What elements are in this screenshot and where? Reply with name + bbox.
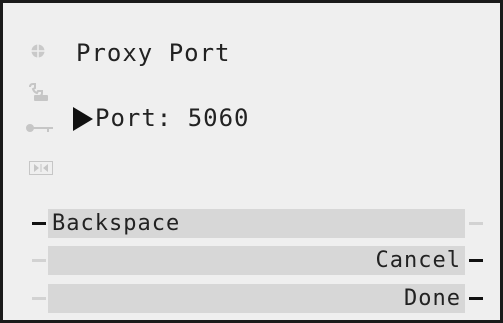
softkey-backspace[interactable]: Backspace [48,209,465,238]
selection-pointer-icon [73,107,93,131]
port-field[interactable]: Port: 5060 [95,104,250,132]
softkey-done[interactable]: Done [48,284,465,313]
key-icon [25,121,55,137]
port-field-label: Port: [95,104,173,132]
softkey-done-label: Done [404,286,461,311]
left-softkey-indicator-2 [32,259,46,262]
right-softkey-indicator-3 [469,297,483,300]
transfer-icon [29,161,53,178]
port-field-value[interactable]: 5060 [188,104,250,132]
softkey-cancel[interactable]: Cancel [48,246,465,275]
left-softkey-indicator-3 [32,297,46,300]
softkey-backspace-label: Backspace [52,211,181,236]
screen-title: Proxy Port [76,39,231,67]
phone-icon [28,83,50,106]
globe-icon [30,43,46,62]
softkey-cancel-label: Cancel [375,248,461,273]
right-softkey-indicator-1 [469,222,483,225]
left-softkey-indicator-1 [32,222,46,225]
phone-display-screen: Proxy Port Port: 5060 Backspace Cancel D… [0,0,503,323]
right-softkey-indicator-2 [469,259,483,262]
